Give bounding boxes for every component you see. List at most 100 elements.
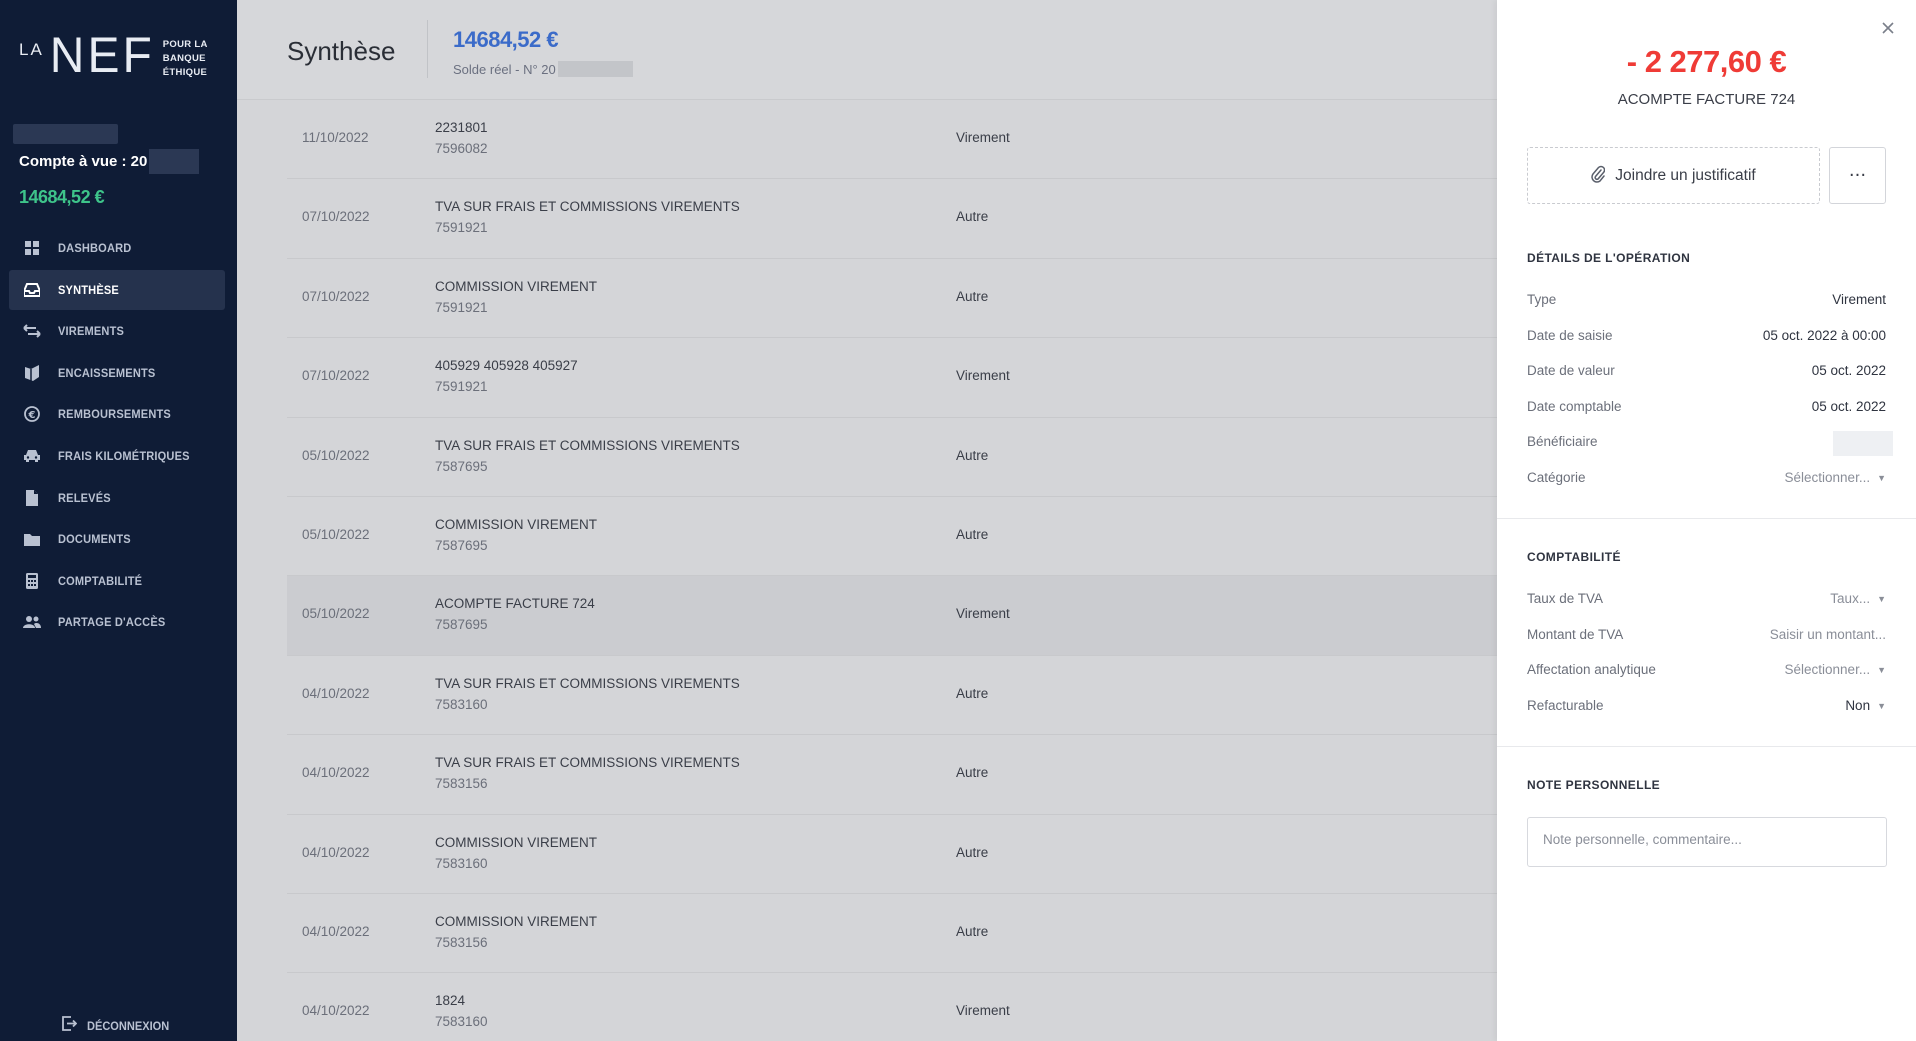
row-date: 04/10/2022 (302, 844, 370, 860)
detail-field-date-comptable: Date comptable 05 oct. 2022 (1527, 399, 1886, 419)
row-type: Virement (956, 1003, 1010, 1019)
field-key: Catégorie (1527, 470, 1586, 485)
row-label: COMMISSION VIREMENT (435, 278, 598, 294)
row-label: COMMISSION VIREMENT (435, 516, 598, 532)
row-ref: 7587695 (435, 617, 488, 633)
sidebar-item-releves[interactable]: RELEVÉS (9, 478, 225, 518)
account-label-text: Compte à vue : 20 (19, 153, 148, 170)
category-select[interactable]: Catégorie Sélectionner... ▼ (1527, 470, 1886, 490)
vat-amount-input[interactable]: Montant de TVA Saisir un montant... (1527, 627, 1886, 647)
calculator-icon (23, 572, 41, 590)
sidebar-item-comptabilite[interactable]: COMPTABILITÉ (9, 561, 225, 601)
row-ref: 7591921 (435, 379, 488, 395)
detail-field-beneficiaire: Bénéficiaire (1527, 431, 1893, 456)
row-ref: 7583156 (435, 776, 488, 792)
logo-tagline-line: POUR LA (162, 39, 208, 50)
operation-detail-panel: - 2 277,60 € ACOMPTE FACTURE 724 Joindre… (1497, 0, 1916, 1041)
select-value: Non (1845, 698, 1871, 713)
page-title: Synthèse (287, 36, 396, 66)
logout-icon (62, 1016, 78, 1035)
row-ref: 7596082 (435, 141, 488, 156)
table-row[interactable]: 05/10/2022 TVA SUR FRAIS ET COMMISSIONS … (287, 418, 1497, 497)
sidebar-item-virements[interactable]: VIREMENTS (9, 311, 225, 351)
receipt-icon (23, 364, 41, 382)
main-header: Synthèse 14684,52 € Solde réel - N° 20 (237, 0, 1497, 100)
logout-button[interactable]: DÉCONNEXION (62, 1016, 176, 1035)
table-row[interactable]: 05/10/2022 COMMISSION VIREMENT 7587695 A… (287, 497, 1497, 577)
row-label: TVA SUR FRAIS ET COMMISSIONS VIREMENTS (435, 755, 740, 771)
sidebar-item-synthese[interactable]: SYNTHÈSE (9, 269, 225, 310)
logo-nef-text: NEF (49, 27, 155, 84)
row-label: COMMISSION VIREMENT (435, 834, 598, 850)
account-label[interactable]: Compte à vue : 20 (19, 149, 200, 174)
sidebar-item-frais-kilometriques[interactable]: FRAIS KILOMÉTRIQUES (9, 436, 225, 476)
masked-account-number (557, 61, 633, 77)
close-panel-button[interactable] (1878, 18, 1898, 38)
caret-down-icon: ▼ (1877, 664, 1886, 675)
logo-tagline-line: BANQUE (162, 53, 206, 64)
sidebar-item-encaissements[interactable]: ENCAISSEMENTS (9, 353, 225, 393)
row-label: COMMISSION VIREMENT (435, 913, 598, 929)
table-row[interactable]: 04/10/2022 1824 7583160 Virement (287, 973, 1497, 1041)
sidebar-item-dashboard[interactable]: DASHBOARD (9, 228, 225, 268)
sidebar-item-label: PARTAGE D'ACCÈS (58, 615, 166, 630)
caret-down-icon: ▼ (1877, 593, 1886, 604)
field-key: Refacturable (1527, 698, 1604, 713)
field-value: Sélectionner... ▼ (1785, 662, 1886, 677)
grid-icon (23, 239, 41, 257)
euro-refund-icon: € (23, 405, 41, 423)
file-icon (23, 489, 41, 507)
operations-table: 11/10/2022 2231801 7596082 Virement 07/1… (287, 100, 1497, 1041)
row-date: 04/10/2022 (302, 765, 370, 781)
sidebar-item-label: SYNTHÈSE (58, 282, 119, 297)
table-row[interactable]: 07/10/2022 TVA SUR FRAIS ET COMMISSIONS … (287, 179, 1497, 259)
ellipsis-icon: ··· (1848, 165, 1867, 186)
field-value: 05 oct. 2022 (1811, 399, 1886, 414)
vat-rate-select[interactable]: Taux de TVA Taux... ▼ (1527, 591, 1886, 611)
field-key: Date de saisie (1527, 328, 1613, 343)
table-row[interactable]: 04/10/2022 TVA SUR FRAIS ET COMMISSIONS … (287, 735, 1497, 815)
table-row[interactable]: 07/10/2022 COMMISSION VIREMENT 7591921 A… (287, 259, 1497, 339)
row-label: 405929 405928 405927 (435, 358, 578, 374)
row-label: 2231801 (435, 120, 488, 135)
table-row[interactable]: 04/10/2022 COMMISSION VIREMENT 7583160 A… (287, 815, 1497, 894)
row-type: Virement (956, 368, 1010, 384)
rebillable-select[interactable]: Refacturable Non ▼ (1527, 698, 1886, 718)
more-options-button[interactable]: ··· (1829, 147, 1886, 204)
row-type: Autre (956, 288, 989, 304)
table-row-selected[interactable]: 05/10/2022 ACOMPTE FACTURE 724 7587695 V… (287, 576, 1497, 656)
logo-tagline: POUR LA BANQUE ÉTHIQUE (163, 38, 208, 80)
field-value: Sélectionner... ▼ (1785, 470, 1886, 485)
detail-field-date-valeur: Date de valeur 05 oct. 2022 (1527, 363, 1886, 383)
analytic-assignment-select[interactable]: Affectation analytique Sélectionner... ▼ (1527, 662, 1886, 682)
table-row[interactable]: 04/10/2022 COMMISSION VIREMENT 7583156 A… (287, 894, 1497, 974)
field-key: Date de valeur (1527, 363, 1615, 378)
section-title-comptabilite: COMPTABILITÉ (1527, 550, 1621, 564)
field-value: Virement (1832, 292, 1886, 307)
field-value: 05 oct. 2022 à 00:00 (1762, 328, 1886, 343)
personal-note-input[interactable]: Note personnelle, commentaire... (1527, 817, 1887, 867)
sidebar: LA NEF POUR LA BANQUE ÉTHIQUE Compte à v… (0, 0, 237, 1041)
sidebar-item-remboursements[interactable]: € REMBOURSEMENTS (9, 394, 225, 434)
row-label: 1824 (435, 993, 466, 1009)
attach-document-label: Joindre un justificatif (1615, 166, 1756, 184)
detail-field-type: Type Virement (1527, 292, 1886, 312)
row-ref: 7583160 (435, 696, 488, 712)
field-key: Taux de TVA (1527, 591, 1604, 606)
table-row[interactable]: 11/10/2022 2231801 7596082 Virement (287, 100, 1497, 180)
row-date: 04/10/2022 (302, 923, 370, 939)
row-label: ACOMPTE FACTURE 724 (435, 596, 595, 612)
row-ref: 7591921 (435, 299, 488, 315)
header-balance: 14684,52 € (453, 27, 559, 52)
svg-text:€: € (28, 410, 36, 421)
sidebar-item-label: FRAIS KILOMÉTRIQUES (58, 448, 190, 463)
table-row[interactable]: 04/10/2022 TVA SUR FRAIS ET COMMISSIONS … (287, 656, 1497, 736)
field-key: Montant de TVA (1527, 627, 1624, 642)
nef-logo[interactable]: LA NEF POUR LA BANQUE ÉTHIQUE (19, 27, 208, 84)
row-label: TVA SUR FRAIS ET COMMISSIONS VIREMENTS (435, 675, 740, 691)
attach-document-button[interactable]: Joindre un justificatif (1527, 147, 1820, 204)
sidebar-item-partage-acces[interactable]: PARTAGE D'ACCÈS (9, 602, 225, 642)
section-title-details: DÉTAILS DE L'OPÉRATION (1527, 251, 1691, 265)
table-row[interactable]: 07/10/2022 405929 405928 405927 7591921 … (287, 338, 1497, 418)
sidebar-item-documents[interactable]: DOCUMENTS (9, 519, 225, 559)
